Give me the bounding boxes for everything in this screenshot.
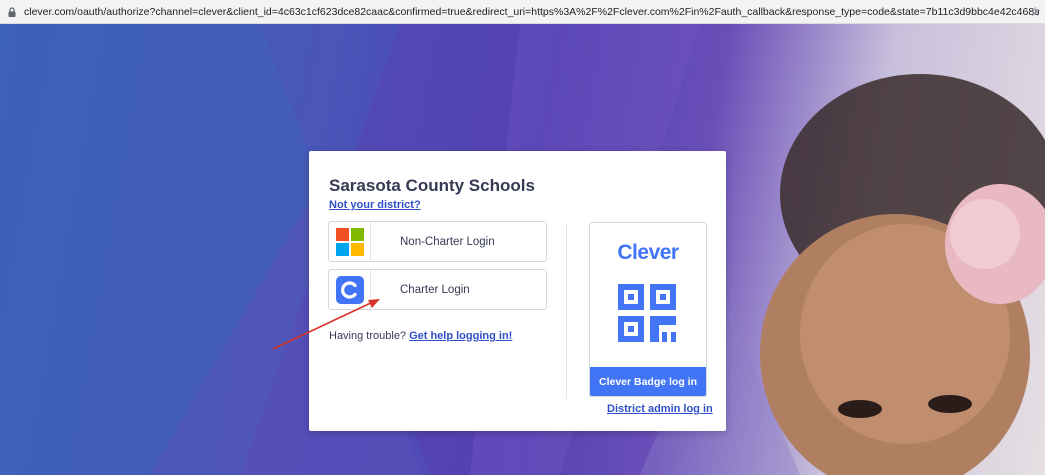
star-icon[interactable]: ☆ bbox=[1029, 5, 1041, 19]
clever-c-icon bbox=[329, 270, 371, 309]
not-your-district-link[interactable]: Not your district? bbox=[329, 199, 421, 211]
non-charter-login-label: Non-Charter Login bbox=[400, 235, 495, 248]
url-text[interactable]: clever.com/oauth/authorize?channel=cleve… bbox=[24, 6, 1039, 18]
trouble-text: Having trouble? Get help logging in! bbox=[329, 330, 512, 342]
get-help-link[interactable]: Get help logging in! bbox=[409, 330, 512, 342]
microsoft-logo-icon bbox=[329, 222, 371, 261]
charter-login-button[interactable]: Charter Login bbox=[328, 269, 547, 310]
clever-logo-text: Clever bbox=[617, 241, 679, 264]
charter-login-label: Charter Login bbox=[400, 283, 470, 296]
district-admin-login-link[interactable]: District admin log in bbox=[607, 403, 713, 415]
address-bar[interactable]: clever.com/oauth/authorize?channel=cleve… bbox=[0, 0, 1045, 24]
qr-code-icon bbox=[618, 284, 676, 342]
clever-badge-login-button[interactable]: Clever Badge log in bbox=[590, 367, 706, 396]
trouble-label: Having trouble? bbox=[329, 330, 407, 342]
non-charter-login-button[interactable]: Non-Charter Login bbox=[328, 221, 547, 262]
login-card: Sarasota County Schools Not your distric… bbox=[309, 151, 726, 431]
clever-badge-panel: Clever Clever Badge log in bbox=[589, 222, 707, 397]
district-name: Sarasota County Schools bbox=[329, 176, 535, 195]
divider bbox=[566, 224, 567, 399]
lock-icon bbox=[6, 6, 18, 18]
